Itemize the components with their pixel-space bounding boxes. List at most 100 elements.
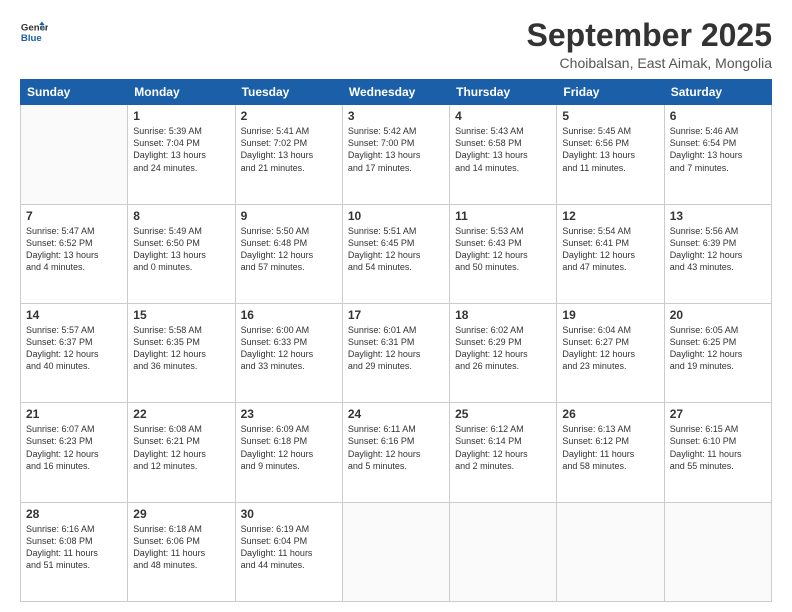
header: General Blue September 2025 Choibalsan, … — [20, 18, 772, 71]
calendar-cell: 24 Sunrise: 6:11 AM Sunset: 6:16 PM Dayli… — [342, 403, 449, 502]
calendar-cell: 1 Sunrise: 5:39 AM Sunset: 7:04 PM Daylig… — [128, 105, 235, 204]
col-friday: Friday — [557, 80, 664, 105]
title-area: September 2025 Choibalsan, East Aimak, M… — [527, 18, 772, 71]
day-number: 3 — [348, 109, 444, 123]
day-number: 30 — [241, 507, 337, 521]
week-row-4: 21 Sunrise: 6:07 AM Sunset: 6:23 PM Dayli… — [21, 403, 772, 502]
day-number: 15 — [133, 308, 229, 322]
calendar-body: 1 Sunrise: 5:39 AM Sunset: 7:04 PM Daylig… — [21, 105, 772, 602]
day-info: Sunrise: 5:49 AM Sunset: 6:50 PM Dayligh… — [133, 225, 229, 274]
day-info: Sunrise: 6:12 AM Sunset: 6:14 PM Dayligh… — [455, 423, 551, 472]
day-info: Sunrise: 5:50 AM Sunset: 6:48 PM Dayligh… — [241, 225, 337, 274]
day-info: Sunrise: 5:46 AM Sunset: 6:54 PM Dayligh… — [670, 125, 766, 174]
calendar-cell: 9Sunrise: 5:50 AM Sunset: 6:48 PM Daylig… — [235, 204, 342, 303]
day-number: 2 — [241, 109, 337, 123]
week-row-3: 14 Sunrise: 5:57 AM Sunset: 6:37 PM Dayli… — [21, 303, 772, 402]
calendar-cell — [342, 502, 449, 601]
day-info: Sunrise: 6:05 AM Sunset: 6:25 PM Dayligh… — [670, 324, 766, 373]
day-info: Sunrise: 5:51 AM Sunset: 6:45 PM Dayligh… — [348, 225, 444, 274]
col-thursday: Thursday — [450, 80, 557, 105]
day-number: 7 — [26, 209, 122, 223]
day-info: Sunrise: 6:11 AM Sunset: 6:16 PM Dayligh… — [348, 423, 444, 472]
day-info: Sunrise: 5:39 AM Sunset: 7:04 PM Dayligh… — [133, 125, 229, 174]
day-info: Sunrise: 6:00 AM Sunset: 6:33 PM Dayligh… — [241, 324, 337, 373]
day-number: 5 — [562, 109, 658, 123]
col-wednesday: Wednesday — [342, 80, 449, 105]
calendar-cell: 5 Sunrise: 5:45 AM Sunset: 6:56 PM Daylig… — [557, 105, 664, 204]
day-info: Sunrise: 6:02 AM Sunset: 6:29 PM Dayligh… — [455, 324, 551, 373]
calendar-cell: 12 Sunrise: 5:54 AM Sunset: 6:41 PM Dayli… — [557, 204, 664, 303]
calendar-cell: 6 Sunrise: 5:46 AM Sunset: 6:54 PM Daylig… — [664, 105, 771, 204]
col-tuesday: Tuesday — [235, 80, 342, 105]
calendar-cell: 3 Sunrise: 5:42 AM Sunset: 7:00 PM Daylig… — [342, 105, 449, 204]
day-number: 29 — [133, 507, 229, 521]
calendar-cell: 25 Sunrise: 6:12 AM Sunset: 6:14 PM Dayli… — [450, 403, 557, 502]
day-number: 19 — [562, 308, 658, 322]
calendar-cell: 10 Sunrise: 5:51 AM Sunset: 6:45 PM Dayli… — [342, 204, 449, 303]
month-title: September 2025 — [527, 18, 772, 53]
day-info: Sunrise: 5:45 AM Sunset: 6:56 PM Dayligh… — [562, 125, 658, 174]
day-number: 26 — [562, 407, 658, 421]
day-info: Sunrise: 5:53 AM Sunset: 6:43 PM Dayligh… — [455, 225, 551, 274]
day-number: 14 — [26, 308, 122, 322]
day-number: 23 — [241, 407, 337, 421]
calendar-cell — [557, 502, 664, 601]
calendar-cell — [450, 502, 557, 601]
calendar-cell: 8 Sunrise: 5:49 AM Sunset: 6:50 PM Daylig… — [128, 204, 235, 303]
day-info: Sunrise: 6:13 AM Sunset: 6:12 PM Dayligh… — [562, 423, 658, 472]
day-number: 28 — [26, 507, 122, 521]
week-row-2: 7 Sunrise: 5:47 AM Sunset: 6:52 PM Daylig… — [21, 204, 772, 303]
calendar-cell: 23 Sunrise: 6:09 AM Sunset: 6:18 PM Dayli… — [235, 403, 342, 502]
day-info: Sunrise: 6:01 AM Sunset: 6:31 PM Dayligh… — [348, 324, 444, 373]
logo: General Blue — [20, 18, 48, 46]
day-info: Sunrise: 6:07 AM Sunset: 6:23 PM Dayligh… — [26, 423, 122, 472]
day-number: 10 — [348, 209, 444, 223]
calendar-cell: 7 Sunrise: 5:47 AM Sunset: 6:52 PM Daylig… — [21, 204, 128, 303]
calendar-cell: 30 Sunrise: 6:19 AM Sunset: 6:04 PM Dayli… — [235, 502, 342, 601]
day-info: Sunrise: 6:08 AM Sunset: 6:21 PM Dayligh… — [133, 423, 229, 472]
day-number: 1 — [133, 109, 229, 123]
day-number: 4 — [455, 109, 551, 123]
subtitle: Choibalsan, East Aimak, Mongolia — [527, 55, 772, 71]
day-info: Sunrise: 6:16 AM Sunset: 6:08 PM Dayligh… — [26, 523, 122, 572]
calendar-cell: 20Sunrise: 6:05 AM Sunset: 6:25 PM Dayli… — [664, 303, 771, 402]
svg-text:Blue: Blue — [21, 33, 42, 44]
calendar-cell: 28 Sunrise: 6:16 AM Sunset: 6:08 PM Dayli… — [21, 502, 128, 601]
calendar-cell: 27 Sunrise: 6:15 AM Sunset: 6:10 PM Dayli… — [664, 403, 771, 502]
day-info: Sunrise: 5:43 AM Sunset: 6:58 PM Dayligh… — [455, 125, 551, 174]
day-number: 8 — [133, 209, 229, 223]
day-info: Sunrise: 5:47 AM Sunset: 6:52 PM Dayligh… — [26, 225, 122, 274]
day-info: Sunrise: 5:41 AM Sunset: 7:02 PM Dayligh… — [241, 125, 337, 174]
day-number: 11 — [455, 209, 551, 223]
day-info: Sunrise: 5:42 AM Sunset: 7:00 PM Dayligh… — [348, 125, 444, 174]
day-info: Sunrise: 5:57 AM Sunset: 6:37 PM Dayligh… — [26, 324, 122, 373]
calendar-cell: 15 Sunrise: 5:58 AM Sunset: 6:35 PM Dayli… — [128, 303, 235, 402]
calendar-cell: 14 Sunrise: 5:57 AM Sunset: 6:37 PM Dayli… — [21, 303, 128, 402]
day-info: Sunrise: 6:18 AM Sunset: 6:06 PM Dayligh… — [133, 523, 229, 572]
calendar-cell — [21, 105, 128, 204]
day-info: Sunrise: 6:15 AM Sunset: 6:10 PM Dayligh… — [670, 423, 766, 472]
day-info: Sunrise: 6:04 AM Sunset: 6:27 PM Dayligh… — [562, 324, 658, 373]
day-info: Sunrise: 6:19 AM Sunset: 6:04 PM Dayligh… — [241, 523, 337, 572]
calendar-cell: 2 Sunrise: 5:41 AM Sunset: 7:02 PM Daylig… — [235, 105, 342, 204]
day-number: 12 — [562, 209, 658, 223]
calendar-cell: 22Sunrise: 6:08 AM Sunset: 6:21 PM Dayli… — [128, 403, 235, 502]
week-row-1: 1 Sunrise: 5:39 AM Sunset: 7:04 PM Daylig… — [21, 105, 772, 204]
calendar-cell: 17Sunrise: 6:01 AM Sunset: 6:31 PM Dayli… — [342, 303, 449, 402]
calendar-cell: 19 Sunrise: 6:04 AM Sunset: 6:27 PM Dayli… — [557, 303, 664, 402]
day-number: 16 — [241, 308, 337, 322]
day-info: Sunrise: 5:56 AM Sunset: 6:39 PM Dayligh… — [670, 225, 766, 274]
day-number: 27 — [670, 407, 766, 421]
day-number: 13 — [670, 209, 766, 223]
day-info: Sunrise: 5:54 AM Sunset: 6:41 PM Dayligh… — [562, 225, 658, 274]
calendar-cell: 16 Sunrise: 6:00 AM Sunset: 6:33 PM Dayli… — [235, 303, 342, 402]
day-info: Sunrise: 5:58 AM Sunset: 6:35 PM Dayligh… — [133, 324, 229, 373]
day-number: 21 — [26, 407, 122, 421]
header-row: Sunday Monday Tuesday Wednesday Thursday… — [21, 80, 772, 105]
day-number: 6 — [670, 109, 766, 123]
day-number: 24 — [348, 407, 444, 421]
calendar-table: Sunday Monday Tuesday Wednesday Thursday… — [20, 79, 772, 602]
day-info: Sunrise: 6:09 AM Sunset: 6:18 PM Dayligh… — [241, 423, 337, 472]
day-number: 25 — [455, 407, 551, 421]
calendar-cell: 26 Sunrise: 6:13 AM Sunset: 6:12 PM Dayli… — [557, 403, 664, 502]
